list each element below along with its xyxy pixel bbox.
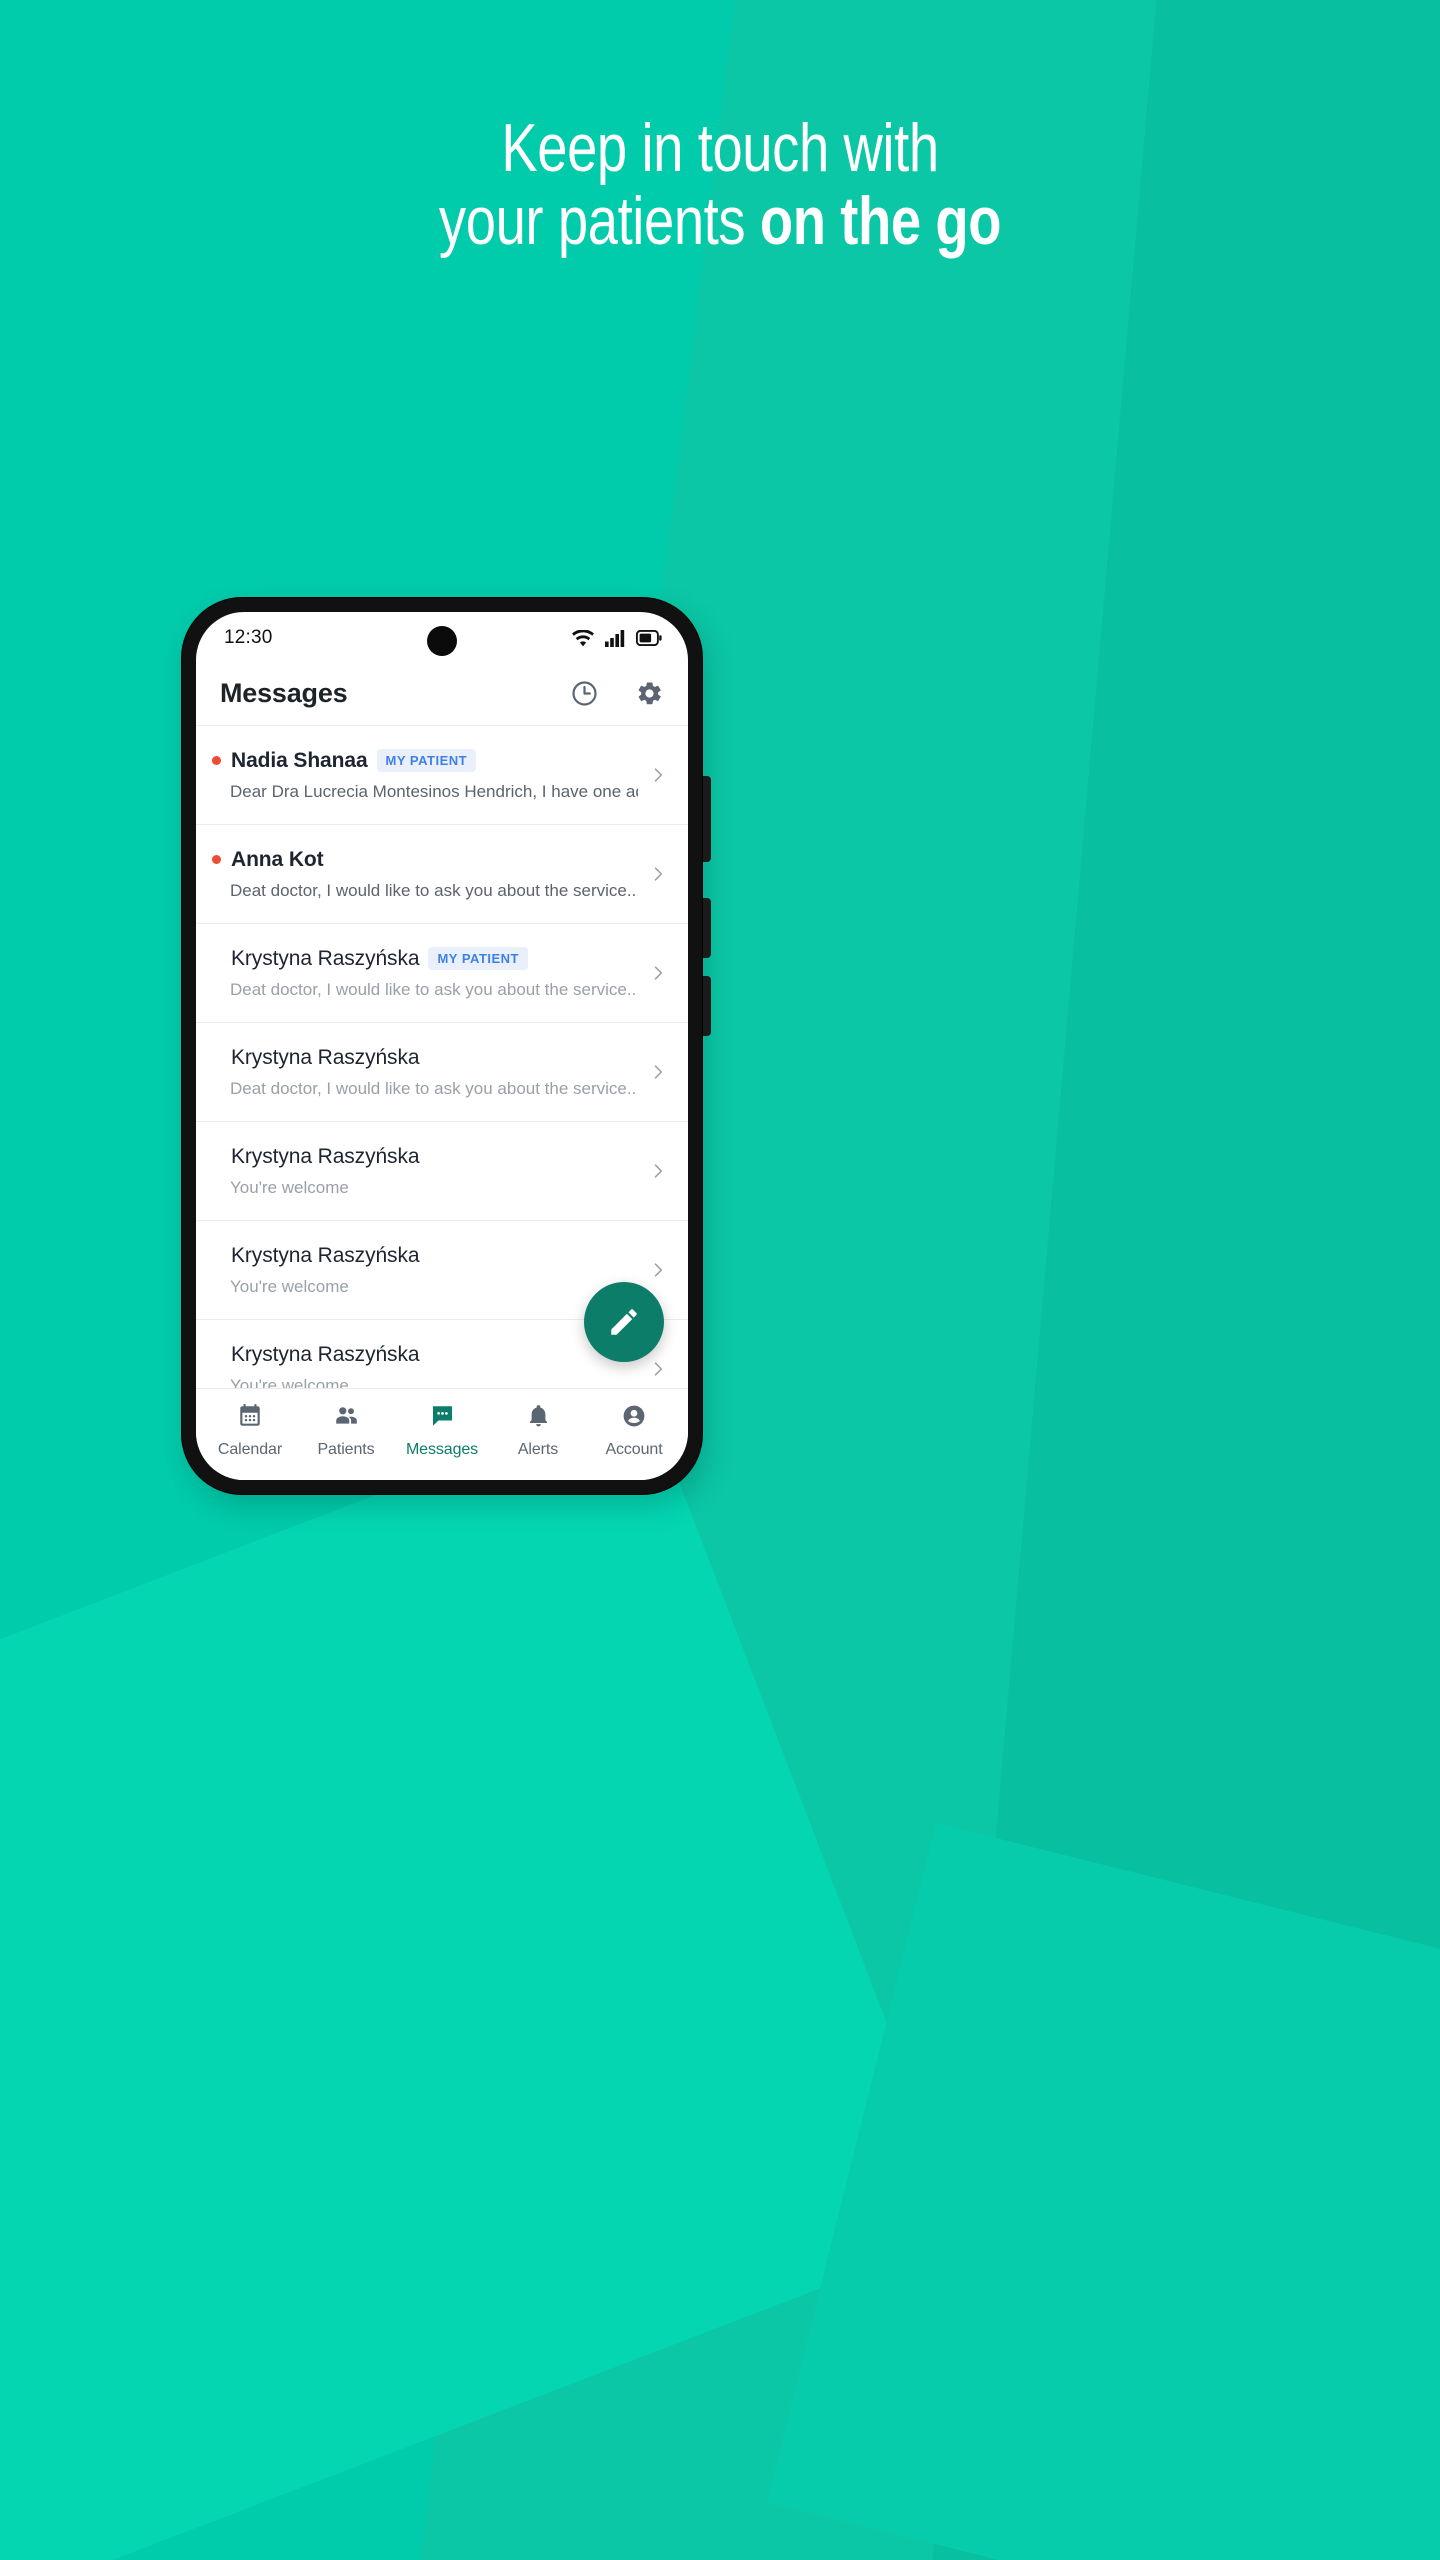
conversation-content: Krystyna Raszyńska You're welcome <box>212 1145 638 1198</box>
nav-item-label: Calendar <box>217 1440 283 1458</box>
conversation-sender-name: Krystyna Raszyńska <box>231 1342 420 1366</box>
promo-headline: Keep in touch with your patients on the … <box>144 110 1296 259</box>
conversation-preview-text: You're welcome <box>230 1276 349 1296</box>
conversation-content: Nadia Shanaa MY PATIENT Dear Dra Lucrecia … <box>212 749 638 802</box>
nav-item-account[interactable]: Account <box>586 1403 682 1459</box>
conversation-preview-text: Deat doctor, I would like to ask you abo… <box>230 880 638 900</box>
conversation-preview-text: Deat doctor, I would like to ask you abo… <box>230 979 638 999</box>
conversation-preview-text: You're welcome <box>230 1375 349 1389</box>
chevron-right-icon <box>654 1065 663 1079</box>
unread-indicator-placeholder <box>212 1053 221 1062</box>
battery-icon <box>636 630 662 646</box>
calendar-icon <box>237 1403 263 1434</box>
person-circle-icon <box>621 1403 647 1434</box>
conversation-content: Krystyna Raszyńska You're welcome <box>212 1244 638 1297</box>
nav-item-alerts[interactable]: Alerts <box>490 1403 586 1459</box>
conversation-header-line: Krystyna Raszyńska <box>212 1145 638 1169</box>
chevron-right-icon <box>654 1263 663 1277</box>
nav-item-label: Account <box>605 1440 663 1458</box>
nav-item-label: Alerts <box>517 1440 559 1458</box>
conversation-preview-text: You're welcome <box>230 1177 349 1197</box>
chevron-right-icon <box>654 1362 663 1376</box>
wifi-icon <box>572 629 594 646</box>
conversation-content: Krystyna Raszyńska Deat doctor, I would l… <box>212 1046 638 1099</box>
conversation-sender-name: Krystyna Raszyńska <box>231 946 420 970</box>
unread-indicator-dot <box>212 855 221 864</box>
conversation-header-line: Nadia Shanaa MY PATIENT <box>212 749 638 773</box>
app-header: Messages <box>196 664 688 726</box>
page-title: Messages <box>220 678 348 708</box>
settings-gear-icon[interactable] <box>635 679 664 708</box>
headline-line-2: your patients on the go <box>144 185 1296 258</box>
headline-line-2-bold: on the go <box>759 183 1002 260</box>
my-patient-badge: MY PATIENT <box>428 947 528 970</box>
unread-indicator-dot <box>212 756 221 765</box>
history-clock-icon[interactable] <box>570 679 599 708</box>
unread-indicator-placeholder <box>212 1251 221 1260</box>
nav-item-label: Patients <box>317 1440 375 1458</box>
my-patient-badge: MY PATIENT <box>376 749 477 772</box>
conversation-header-line: Anna Kot <box>212 848 638 872</box>
conversation-row[interactable]: Krystyna Raszyńska Deat doctor, I would l… <box>196 1023 688 1122</box>
conversation-sender-name: Krystyna Raszyńska <box>231 1243 420 1267</box>
conversation-content: Krystyna Raszyńska MY PATIENT Deat doctor,… <box>212 947 638 1000</box>
chevron-right-icon <box>654 1164 663 1178</box>
bell-icon <box>526 1403 551 1434</box>
conversation-row[interactable]: Anna Kot Deat doctor, I would like to ask… <box>196 825 688 924</box>
phone-mockup: 12:30 Messages Nadia Shanaa MY PATIENT D… <box>182 598 711 1506</box>
status-bar: 12:30 <box>196 612 688 664</box>
cellular-signal-icon <box>605 629 625 647</box>
headline-line-1: Keep in touch with <box>501 110 939 186</box>
conversation-sender-name: Krystyna Raszyńska <box>231 1045 420 1069</box>
unread-indicator-placeholder <box>212 954 221 963</box>
conversation-header-line: Krystyna Raszyńska MY PATIENT <box>212 947 638 971</box>
nav-item-patients[interactable]: Patients <box>298 1403 394 1459</box>
conversation-header-line: Krystyna Raszyńska <box>212 1046 638 1070</box>
phone-screen: 12:30 Messages Nadia Shanaa MY PATIENT D… <box>196 612 688 1480</box>
nav-item-messages[interactable]: Messages <box>394 1403 490 1459</box>
conversation-row[interactable]: Krystyna Raszyńska MY PATIENT Deat doctor,… <box>196 924 688 1023</box>
compose-message-fab[interactable] <box>584 1282 664 1362</box>
front-camera-punchhole <box>427 626 457 656</box>
conversation-preview-text: Deat doctor, I would like to ask you abo… <box>230 1078 638 1098</box>
status-icons <box>572 629 662 647</box>
conversation-sender-name: Krystyna Raszyńska <box>231 1144 420 1168</box>
nav-item-calendar[interactable]: Calendar <box>202 1403 298 1459</box>
conversation-row[interactable]: Krystyna Raszyńska You're welcome <box>196 1122 688 1221</box>
chevron-right-icon <box>654 768 663 782</box>
conversation-content: Krystyna Raszyńska You're welcome <box>212 1343 638 1389</box>
unread-indicator-placeholder <box>212 1350 221 1359</box>
status-time: 12:30 <box>224 627 273 648</box>
pencil-edit-icon <box>611 1309 637 1335</box>
chevron-right-icon <box>654 867 663 881</box>
chevron-right-icon <box>654 966 663 980</box>
conversation-row[interactable]: Nadia Shanaa MY PATIENT Dear Dra Lucrecia … <box>196 726 688 825</box>
conversation-sender-name: Nadia Shanaa <box>231 748 368 772</box>
bottom-navigation[interactable]: Calendar Patients Messages Alerts Account <box>196 1388 688 1480</box>
conversation-header-line: Krystyna Raszyńska <box>212 1244 638 1268</box>
conversation-header-line: Krystyna Raszyńska <box>212 1343 638 1367</box>
header-actions <box>570 679 664 708</box>
unread-indicator-placeholder <box>212 1152 221 1161</box>
conversation-sender-name: Anna Kot <box>231 847 324 871</box>
conversation-content: Anna Kot Deat doctor, I would like to ask… <box>212 848 638 901</box>
nav-item-label: Messages <box>405 1440 479 1458</box>
chat-bubble-icon <box>429 1403 456 1434</box>
people-icon <box>332 1403 360 1434</box>
headline-line-2-normal: your patients <box>438 183 760 260</box>
conversation-preview-text: Dear Dra Lucrecia Montesinos Hendrich, I… <box>230 781 638 801</box>
